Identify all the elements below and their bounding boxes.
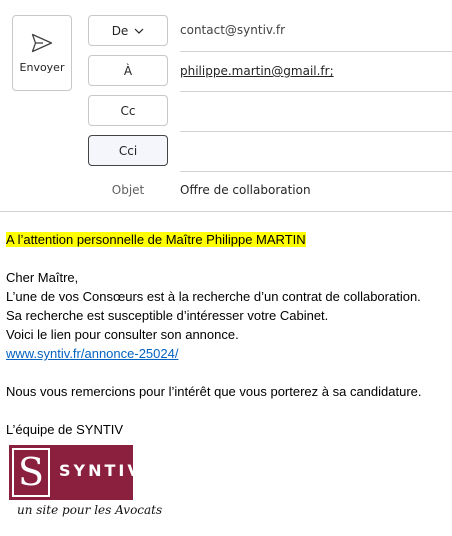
attention-line: A l’attention personnelle de Maître Phil… — [6, 232, 306, 247]
cc-input[interactable] — [180, 104, 450, 122]
chevron-down-icon — [134, 28, 144, 34]
logo-box: S SYNTIV — [9, 445, 140, 500]
send-button-label: Envoyer — [19, 60, 65, 74]
bcc-button[interactable]: Cci — [88, 135, 168, 166]
from-button[interactable]: De — [88, 15, 168, 46]
logo-letter: S — [12, 448, 50, 497]
syntiv-logo: S SYNTIV un site pour les Avocats — [9, 445, 162, 525]
email-compose-window: Envoyer De contact@syntiv.fr À philippe.… — [0, 0, 452, 536]
to-recipient[interactable]: philippe.martin@gmail.fr; — [180, 64, 334, 78]
cc-divider — [180, 131, 452, 132]
from-label: De — [111, 23, 129, 38]
bcc-label: Cci — [118, 143, 138, 158]
cc-label: Cc — [120, 103, 136, 118]
subject-input[interactable]: Offre de collaboration — [180, 183, 311, 197]
bcc-input[interactable] — [180, 144, 450, 162]
message-body[interactable]: A l’attention personnelle de Maître Phil… — [6, 230, 446, 439]
body-line-1: L’une de vos Consœurs est à la recherche… — [6, 289, 421, 304]
from-divider — [180, 51, 452, 52]
subject-label: Objet — [111, 183, 145, 197]
to-divider — [180, 91, 452, 92]
to-label: À — [123, 63, 133, 78]
announcement-link[interactable]: www.syntiv.fr/annonce-25024/ — [6, 346, 178, 361]
from-value: contact@syntiv.fr — [180, 23, 286, 37]
send-icon — [31, 33, 53, 52]
signature: L’équipe de SYNTIV — [6, 422, 124, 437]
body-line-3: Voici le lien pour consulter son annonce… — [6, 327, 239, 342]
body-line-2: Sa recherche est susceptible d’intéresse… — [6, 308, 329, 323]
cc-button[interactable]: Cc — [88, 95, 168, 126]
thanks-line: Nous vous remercions pour l’intérêt que … — [6, 384, 422, 399]
header-divider — [0, 211, 452, 212]
greeting: Cher Maître, — [6, 270, 79, 285]
to-button[interactable]: À — [88, 55, 168, 86]
logo-tagline: un site pour les Avocats — [17, 503, 163, 517]
bcc-divider — [180, 171, 452, 172]
logo-name: SYNTIV — [59, 461, 143, 480]
send-button[interactable]: Envoyer — [12, 15, 72, 91]
